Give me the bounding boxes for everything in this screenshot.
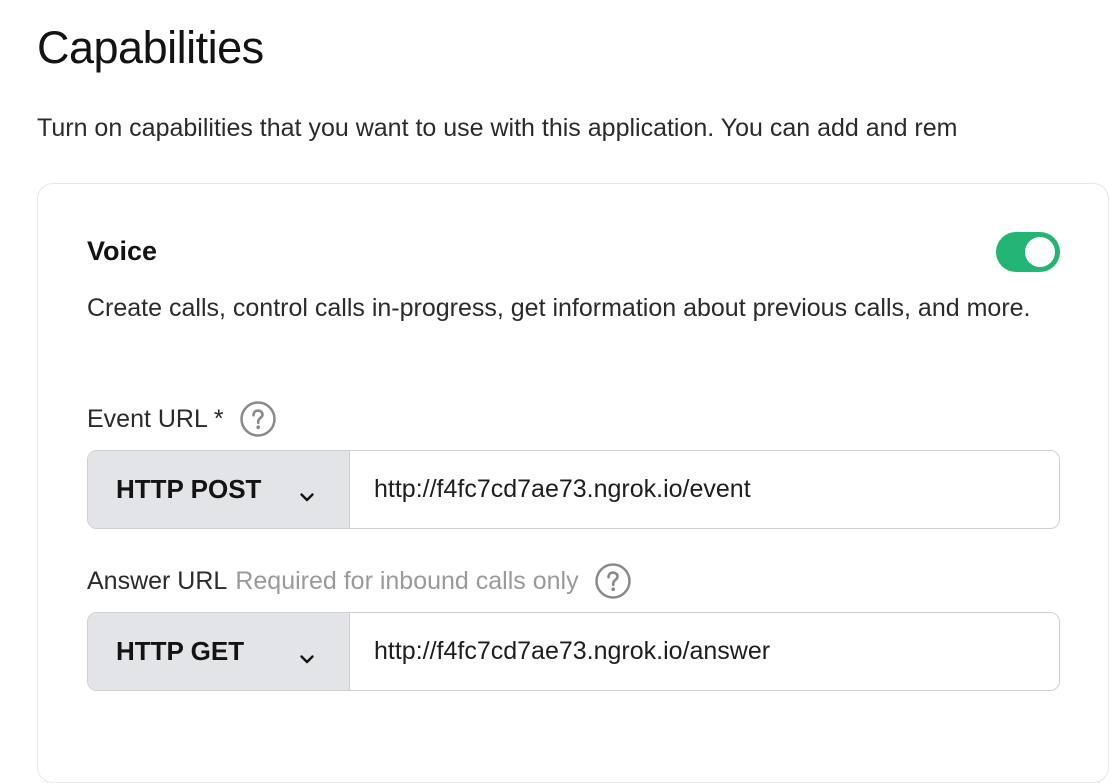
answer-url-row: HTTP GET xyxy=(87,612,1060,691)
answer-method-select[interactable]: HTTP GET xyxy=(88,613,350,690)
answer-url-label: Answer URL xyxy=(87,566,228,595)
question-circle-icon[interactable] xyxy=(594,563,631,599)
event-url-label: Event URL * xyxy=(87,404,224,433)
page-description: Turn on capabilities that you want to us… xyxy=(37,114,958,142)
event-url-row: HTTP POST xyxy=(87,450,1060,529)
event-method-select[interactable]: HTTP POST xyxy=(88,451,350,528)
toggle-knob xyxy=(1025,237,1055,267)
answer-url-hint: Required for inbound calls only xyxy=(235,566,579,595)
event-method-label: HTTP POST xyxy=(116,474,262,504)
answer-url-label-row: Answer URL Required for inbound calls on… xyxy=(87,563,631,599)
answer-url-input[interactable] xyxy=(350,613,1059,690)
event-url-input[interactable] xyxy=(350,451,1059,528)
voice-toggle[interactable] xyxy=(996,232,1060,272)
answer-method-label: HTTP GET xyxy=(116,636,245,666)
event-url-label-row: Event URL * xyxy=(87,401,276,437)
voice-title: Voice xyxy=(87,236,158,266)
chevron-down-icon xyxy=(299,481,315,502)
voice-description: Create calls, control calls in-progress,… xyxy=(87,294,1031,322)
question-circle-icon[interactable] xyxy=(239,401,276,437)
page-title: Capabilities xyxy=(37,22,264,73)
chevron-down-icon xyxy=(299,643,315,664)
